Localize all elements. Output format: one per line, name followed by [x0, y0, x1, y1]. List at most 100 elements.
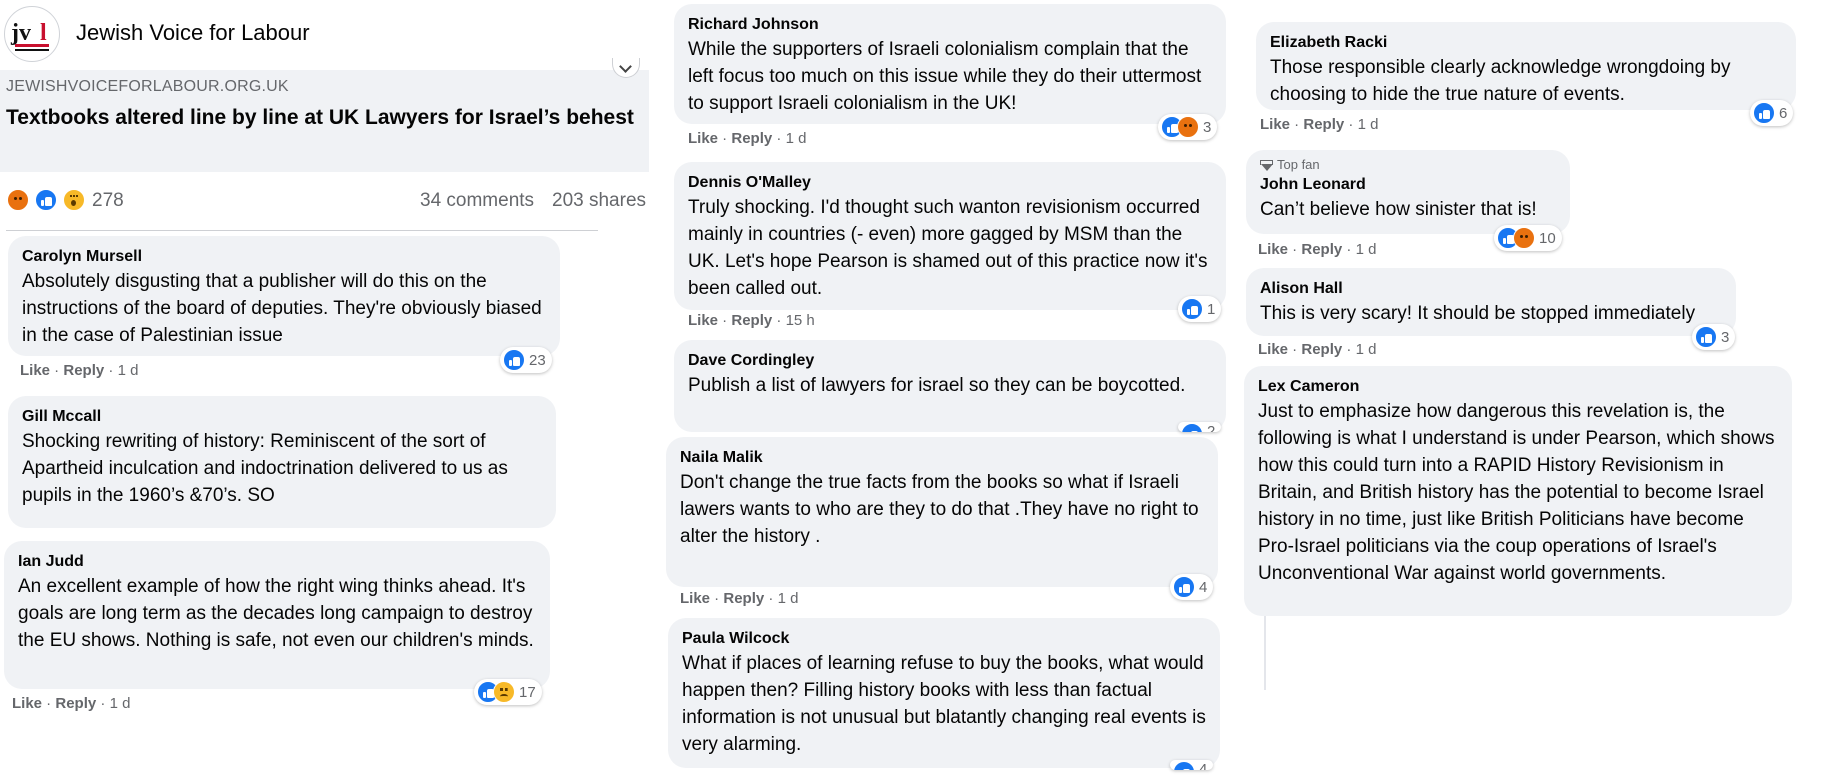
comment-author[interactable]: Dennis O'Malley: [688, 172, 1212, 194]
like-reaction-icon: [1753, 102, 1775, 124]
comment-actions: Like · Reply · 15 h: [688, 312, 815, 329]
comment-time[interactable]: 1 d: [786, 130, 807, 147]
comment-reaction-pill[interactable]: 6: [1750, 100, 1794, 126]
svg-text:l: l: [40, 20, 47, 46]
comment-time[interactable]: 1 d: [118, 362, 139, 379]
comment-author[interactable]: Alison Hall: [1260, 278, 1722, 300]
comment-actions: Like · Reply · 1 d: [1258, 241, 1377, 258]
reply-link[interactable]: Reply: [55, 695, 96, 712]
reaction-total[interactable]: 278: [92, 190, 124, 212]
comment-reaction-pill[interactable]: 3: [1158, 114, 1218, 140]
like-reaction-icon: [1181, 423, 1203, 432]
comment-bubble: Richard Johnson While the supporters of …: [674, 4, 1226, 124]
comment-text: Truly shocking. I'd thought such wanton …: [688, 197, 1208, 299]
like-link[interactable]: Like: [1258, 341, 1288, 358]
reaction-count: 4: [1199, 578, 1208, 596]
comment-author[interactable]: Gill Mccall: [22, 406, 542, 428]
reply-link[interactable]: Reply: [1301, 341, 1342, 358]
angry-reaction-icon: [1513, 227, 1535, 249]
like-reaction-icon: [34, 188, 58, 212]
angry-reaction-icon: [1177, 116, 1199, 138]
like-reaction-icon: [1173, 761, 1195, 770]
comment-time[interactable]: 15 h: [786, 312, 815, 329]
like-reaction-icon: [1181, 298, 1203, 320]
like-link[interactable]: Like: [1260, 116, 1290, 133]
like-link[interactable]: Like: [1258, 241, 1288, 258]
comment-bubble: Elizabeth Racki Those responsible clearl…: [1256, 22, 1796, 110]
like-link[interactable]: Like: [688, 312, 718, 329]
comment-bubble: Dave Cordingley Publish a list of lawyer…: [674, 340, 1226, 432]
page-avatar[interactable]: jv l: [4, 6, 60, 62]
share-count[interactable]: 203 shares: [552, 190, 646, 212]
comment-author[interactable]: Richard Johnson: [688, 14, 1212, 36]
comment-text: Can’t believe how sinister that is!: [1260, 199, 1537, 220]
reply-link[interactable]: Reply: [1301, 241, 1342, 258]
comment-reaction-pill[interactable]: 10: [1494, 225, 1562, 251]
angry-reaction-icon: [6, 188, 30, 212]
like-link[interactable]: Like: [680, 590, 710, 607]
comment-time[interactable]: 1 d: [1358, 116, 1379, 133]
link-domain: JEWISHVOICEFORLABOUR.ORG.UK: [6, 78, 289, 95]
comment-reaction-pill[interactable]: 3: [1692, 324, 1736, 350]
like-link[interactable]: Like: [12, 695, 42, 712]
reaction-count: 4: [1199, 761, 1208, 770]
svg-text:jv: jv: [10, 20, 31, 46]
reply-link[interactable]: Reply: [723, 590, 764, 607]
comment-count[interactable]: 34 comments: [420, 190, 534, 212]
comment-text: An excellent example of how the right wi…: [18, 576, 534, 651]
comment-author[interactable]: Elizabeth Racki: [1270, 32, 1782, 54]
reaction-count: 2: [1207, 423, 1216, 432]
diamond-icon: [1260, 159, 1273, 171]
reply-link[interactable]: Reply: [1303, 116, 1344, 133]
reaction-count: 3: [1203, 118, 1212, 136]
comment-reaction-pill[interactable]: 4: [1170, 574, 1214, 600]
reaction-count: 6: [1779, 104, 1788, 122]
comment-bubble: Naila Malik Don't change the true facts …: [666, 437, 1218, 587]
divider: [6, 230, 598, 231]
reply-link[interactable]: Reply: [63, 362, 104, 379]
reaction-count: 17: [519, 683, 536, 701]
comment-reaction-pill[interactable]: 1: [1178, 296, 1222, 322]
comment-text: Absolutely disgusting that a publisher w…: [22, 271, 542, 346]
like-link[interactable]: Like: [20, 362, 50, 379]
comment-bubble: Gill Mccall Shocking rewriting of histor…: [8, 396, 556, 528]
comment-text: Those responsible clearly acknowledge wr…: [1270, 57, 1731, 105]
page-name[interactable]: Jewish Voice for Labour: [76, 20, 310, 46]
top-fan-badge: Top fan: [1260, 156, 1556, 174]
comment-actions: Like · Reply · 1 d: [688, 130, 807, 147]
comment-author[interactable]: Carolyn Mursell: [22, 246, 546, 268]
comment-author[interactable]: Paula Wilcock: [682, 628, 1206, 650]
reaction-count: 1: [1207, 300, 1216, 318]
comment-author[interactable]: Ian Judd: [18, 551, 536, 573]
comment-author[interactable]: Dave Cordingley: [688, 350, 1212, 372]
comment-author[interactable]: John Leonard: [1260, 174, 1556, 196]
comment-time[interactable]: 1 d: [110, 695, 131, 712]
like-reaction-icon: [1695, 326, 1717, 348]
comment-bubble: Dennis O'Malley Truly shocking. I'd thou…: [674, 162, 1226, 310]
comment-text: While the supporters of Israeli colonial…: [688, 39, 1202, 114]
comment-bubble: Ian Judd An excellent example of how the…: [4, 541, 550, 689]
comment-bubble: Alison Hall This is very scary! It shoul…: [1246, 268, 1736, 336]
comment-text: Don't change the true facts from the boo…: [680, 472, 1199, 547]
comment-bubble: Lex Cameron Just to emphasize how danger…: [1244, 366, 1792, 616]
link-headline[interactable]: Textbooks altered line by line at UK Law…: [6, 104, 636, 132]
comment-time[interactable]: 1 d: [1356, 241, 1377, 258]
comment-author[interactable]: Lex Cameron: [1258, 376, 1778, 398]
comment-reaction-pill[interactable]: 4: [1170, 760, 1214, 770]
reaction-count: 23: [529, 351, 546, 369]
reaction-count: 3: [1721, 328, 1730, 346]
comment-text: This is very scary! It should be stopped…: [1260, 303, 1696, 324]
comment-reaction-pill[interactable]: 23: [500, 347, 552, 373]
comment-time[interactable]: 1 d: [1356, 341, 1377, 358]
reply-link[interactable]: Reply: [731, 312, 772, 329]
like-link[interactable]: Like: [688, 130, 718, 147]
reply-link[interactable]: Reply: [731, 130, 772, 147]
comment-actions: Like · Reply · 1 d: [1258, 341, 1377, 358]
like-reaction-icon: [1173, 576, 1195, 598]
comment-time[interactable]: 1 d: [778, 590, 799, 607]
thread-line: [1264, 616, 1266, 690]
like-reaction-icon: [503, 349, 525, 371]
comment-reaction-pill[interactable]: 2: [1178, 422, 1222, 432]
comment-author[interactable]: Naila Malik: [680, 447, 1204, 469]
comment-reaction-pill[interactable]: 17: [474, 679, 542, 705]
